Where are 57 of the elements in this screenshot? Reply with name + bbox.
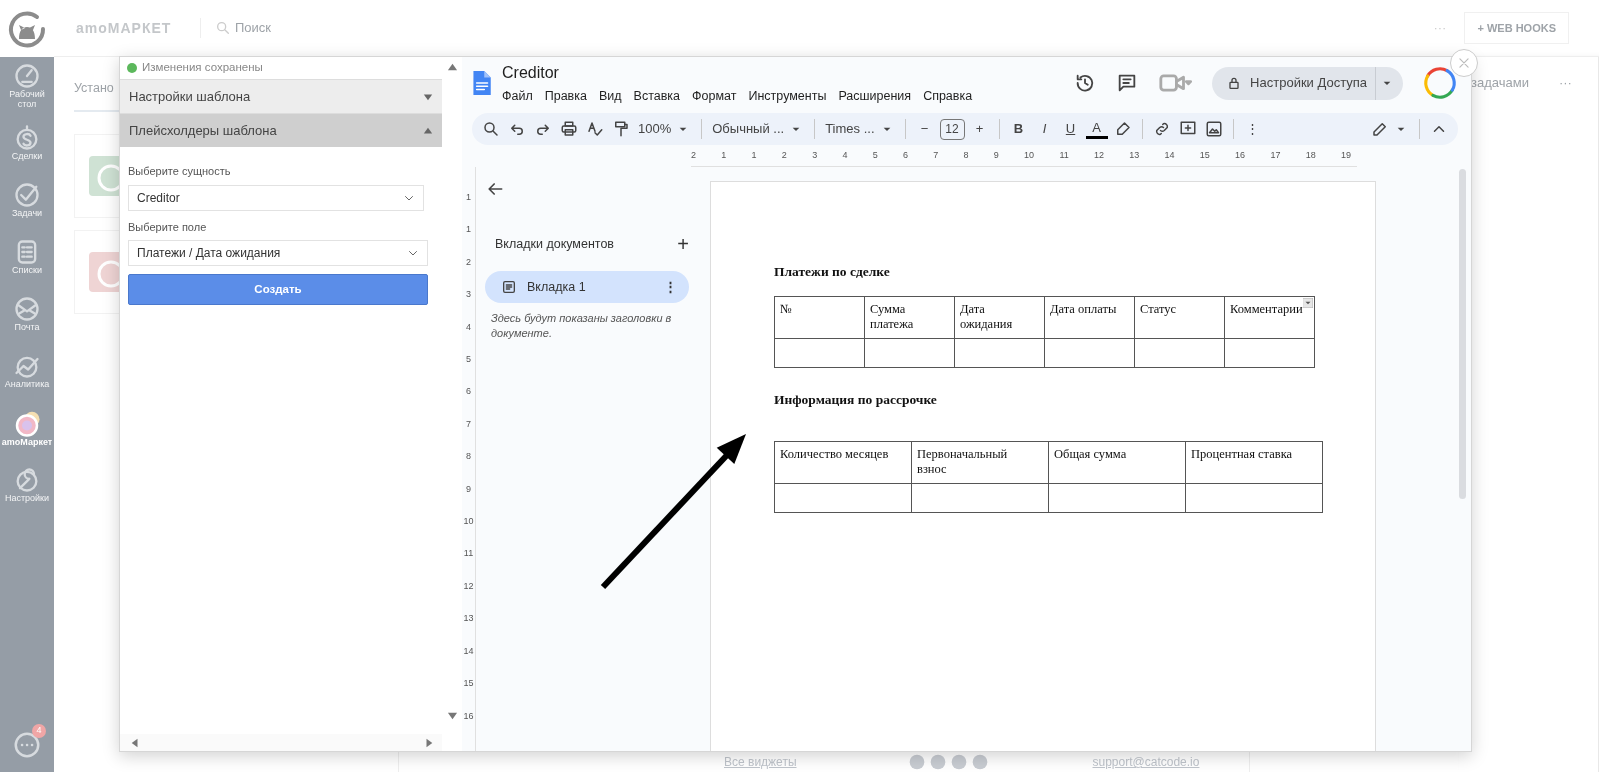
status-text: Изменения сохранены <box>142 60 263 76</box>
ruler-number: 6 <box>466 385 471 399</box>
outline-note: Здесь будут показаны заголовки в документе. <box>490 311 673 341</box>
table-header-cell: Общая сумма <box>1048 441 1186 483</box>
document-heading: Информация по рассрочке <box>774 391 938 410</box>
ruler-number: 15 <box>1199 149 1210 162</box>
ruler-number: 1 <box>721 149 727 162</box>
ruler-number: 1 <box>751 149 757 162</box>
ruler-number: 8 <box>963 149 969 162</box>
ruler-number: 17 <box>1270 149 1281 162</box>
outline-heading: Вкладки документов <box>495 235 614 253</box>
ruler-number: 10 <box>1024 149 1035 162</box>
table-header-cell: № <box>774 296 865 339</box>
ruler-number: 2 <box>691 149 696 162</box>
table-header-cell: Процентная ставка <box>1185 441 1323 483</box>
ruler-number: 1 <box>466 191 471 204</box>
ruler-number: 3 <box>466 288 471 302</box>
ruler-number: 2 <box>781 149 787 162</box>
field-label: Выберите поле <box>128 219 208 235</box>
ruler-number: 16 <box>1235 149 1246 162</box>
ruler-number: 9 <box>993 149 999 162</box>
table-header-cell: Первоначальный взнос <box>911 441 1049 483</box>
table-header-cell: Комментарии <box>1224 296 1315 339</box>
field-label: Выберите сущность <box>128 164 232 179</box>
ruler-number: 5 <box>466 353 471 367</box>
ruler-number: 4 <box>842 149 848 162</box>
ruler-number: 13 <box>463 612 474 626</box>
ruler-number: 4 <box>466 320 471 334</box>
ruler-number: 14 <box>463 644 474 658</box>
ruler-number: 13 <box>1129 149 1140 162</box>
table-header-cell: Сумма платежа <box>864 296 955 339</box>
table-header-cell: Статус <box>1134 296 1225 339</box>
ruler-number: 9 <box>466 482 471 496</box>
table-header-cell: Количество месяцев <box>774 441 912 483</box>
ruler-number: 18 <box>1305 149 1316 162</box>
ruler-number: 1 <box>466 223 471 237</box>
ruler-number: 11 <box>463 547 474 561</box>
ruler-number: 5 <box>872 149 878 162</box>
ruler-number: 8 <box>466 450 471 464</box>
ruler-number: 10 <box>463 515 474 529</box>
ruler-number: 14 <box>1164 149 1175 162</box>
ruler-number: 12 <box>463 579 474 593</box>
ruler-number: 19 <box>1340 149 1351 162</box>
ruler-number: 11 <box>1059 149 1069 162</box>
table-header-cell: Дата ожидания <box>954 296 1045 339</box>
ruler-number: 3 <box>812 149 818 162</box>
ruler-number: 12 <box>1094 149 1104 162</box>
document-heading: Платежи по сделке <box>774 263 891 281</box>
ruler-number: 6 <box>902 149 908 162</box>
ruler-number: 16 <box>463 709 474 723</box>
notification-badge: 4 <box>32 724 46 738</box>
ruler-number: 7 <box>466 417 471 431</box>
table-header-cell: Дата оплаты <box>1044 296 1135 339</box>
brand-name: amoМАРКЕТ <box>76 18 173 38</box>
ruler-number: 15 <box>463 677 474 691</box>
ruler-number: 2 <box>466 255 471 269</box>
ruler-number: 7 <box>933 149 939 162</box>
